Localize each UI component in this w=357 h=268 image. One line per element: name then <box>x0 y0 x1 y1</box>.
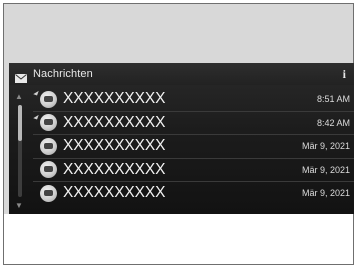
unread-indicator-icon <box>33 112 39 120</box>
message-time: 8:42 AM <box>316 117 350 128</box>
messages-screen: Nachrichten i ▲ ▼ XXXXXXXXXX 8:51 AM XXX… <box>9 63 354 214</box>
chat-bubble-icon <box>40 184 57 202</box>
message-sender: XXXXXXXXXX <box>63 160 166 178</box>
screen-header: Nachrichten i <box>9 63 354 85</box>
chat-bubble-icon <box>40 137 57 155</box>
bottom-pane <box>3 214 354 265</box>
page-title: Nachrichten <box>33 68 93 80</box>
scrollbar[interactable]: ▲ ▼ <box>15 92 23 211</box>
message-time: Mär 9, 2021 <box>301 164 350 175</box>
message-sender: XXXXXXXXXX <box>63 90 166 108</box>
message-time: Mär 9, 2021 <box>301 188 350 199</box>
chat-bubble-icon <box>40 161 57 179</box>
message-sender: XXXXXXXXXX <box>63 184 166 202</box>
envelope-icon <box>15 70 27 83</box>
info-icon[interactable]: i <box>343 67 346 82</box>
message-row[interactable]: XXXXXXXXXX 8:51 AM <box>33 88 354 112</box>
scroll-down-icon[interactable]: ▼ <box>15 201 23 210</box>
message-sender: XXXXXXXXXX <box>63 137 166 155</box>
message-list: XXXXXXXXXX 8:51 AM XXXXXXXXXX 8:42 AM XX… <box>33 88 354 205</box>
message-time: 8:51 AM <box>316 94 350 105</box>
message-row[interactable]: XXXXXXXXXX Mär 9, 2021 <box>33 182 354 205</box>
message-time: Mär 9, 2021 <box>301 141 350 152</box>
unread-indicator-icon <box>33 89 39 96</box>
scroll-thumb[interactable] <box>18 105 22 141</box>
chat-bubble-icon <box>40 90 57 108</box>
scroll-track[interactable] <box>18 105 22 197</box>
message-row[interactable]: XXXXXXXXXX Mär 9, 2021 <box>33 159 354 182</box>
scroll-up-icon[interactable]: ▲ <box>15 92 23 101</box>
message-sender: XXXXXXXXXX <box>63 113 166 131</box>
message-row[interactable]: XXXXXXXXXX 8:42 AM <box>33 112 354 135</box>
message-row[interactable]: XXXXXXXXXX Mär 9, 2021 <box>33 135 354 159</box>
chat-bubble-icon <box>40 114 57 132</box>
